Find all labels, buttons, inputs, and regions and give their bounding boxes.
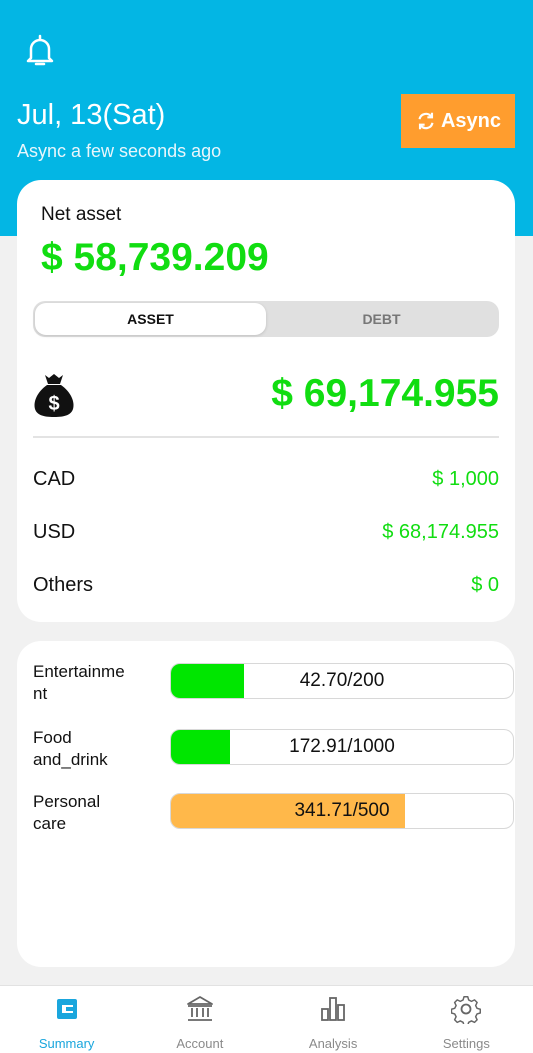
nav-label: Settings	[442, 1036, 490, 1051]
currency-name: Others	[33, 573, 94, 596]
budget-category-name: Entertainme nt	[33, 662, 125, 703]
budget-amount-text: 341.71/500	[294, 800, 390, 821]
sync-status-text: Async a few seconds ago	[17, 141, 222, 161]
wallet-icon	[56, 999, 77, 1019]
budget-row[interactable]: Food and_drink 172.91/1000	[33, 727, 514, 773]
budget-category-name: Personal care	[33, 792, 101, 833]
currency-row[interactable]: Others $ 0	[33, 570, 499, 600]
asset-card: Net asset $ 58,739.209 ASSET DEBT $ $ 69…	[17, 180, 515, 622]
budget-row[interactable]: Personal care 341.71/500	[33, 791, 514, 837]
budget-row[interactable]: Entertainme nt 42.70/200	[33, 661, 514, 707]
nav-settings[interactable]: Settings	[400, 986, 533, 1053]
nav-summary[interactable]: Summary	[0, 986, 133, 1053]
nav-label: Analysis	[308, 1036, 358, 1051]
gear-icon	[451, 995, 482, 1024]
currency-name: USD	[33, 520, 76, 543]
bank-icon	[186, 996, 213, 1021]
budget-card: Entertainme nt 42.70/200 Food and_drink …	[17, 641, 515, 967]
budget-progress-bar: 42.70/200	[170, 663, 514, 699]
money-bag-icon: $	[34, 374, 74, 417]
budget-amount-text: 42.70/200	[299, 670, 385, 691]
currency-row[interactable]: CAD $ 1,000	[33, 464, 499, 494]
nav-account[interactable]: Account	[133, 986, 266, 1053]
net-asset-value: $ 58,739.209	[41, 236, 269, 279]
svg-text:$: $	[48, 393, 59, 415]
nav-analysis[interactable]: Analysis	[267, 986, 400, 1053]
budget-progress-bar: 341.71/500	[170, 793, 514, 829]
currency-name: CAD	[33, 467, 76, 490]
budget-category-name: Food and_drink	[33, 728, 108, 769]
nav-label: Account	[176, 1036, 224, 1051]
sync-icon	[418, 112, 434, 130]
currency-row[interactable]: USD $ 68,174.955	[33, 517, 499, 547]
bell-icon[interactable]	[26, 34, 54, 68]
current-date: Jul, 13(Sat)	[17, 99, 166, 131]
divider	[33, 436, 499, 438]
asset-total-value: $ 69,174.955	[271, 372, 499, 415]
currency-value: $ 1,000	[432, 467, 499, 490]
async-button-label: Async	[440, 109, 502, 132]
bottom-navigation: Summary Account Analysis Settings	[0, 985, 533, 1053]
tab-debt[interactable]: DEBT	[266, 303, 497, 335]
currency-value: $ 68,174.955	[382, 520, 499, 543]
bar-chart-icon	[321, 997, 346, 1021]
currency-value: $ 0	[471, 573, 499, 596]
async-button[interactable]: Async	[401, 94, 515, 148]
budget-amount-text: 172.91/1000	[289, 736, 395, 757]
budget-progress-bar: 172.91/1000	[170, 729, 514, 765]
tab-asset[interactable]: ASSET	[35, 303, 266, 335]
asset-debt-toggle: ASSET DEBT	[33, 301, 499, 337]
nav-label: Summary	[38, 1036, 95, 1051]
net-asset-label: Net asset	[41, 204, 122, 225]
